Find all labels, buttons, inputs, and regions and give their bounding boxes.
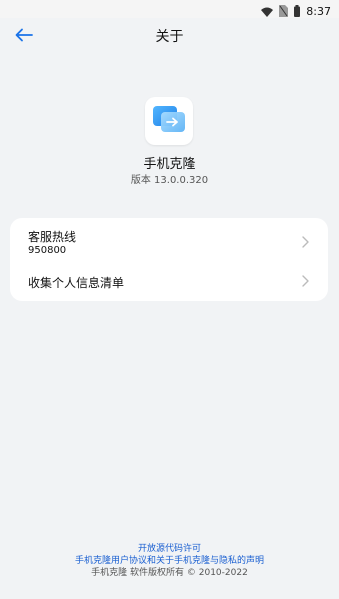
app-version: 版本 13.0.0.320 <box>130 175 209 186</box>
status-bar: 8:37 <box>0 0 339 18</box>
hotline-number: 950800 <box>28 245 67 256</box>
app-bar: 关于 <box>0 18 339 54</box>
app-name: 手机克隆 <box>143 157 196 172</box>
copyright-text: 手机克隆 软件版权所有 © 2010-2022 <box>91 568 248 578</box>
open-source-license-link[interactable]: 开放源代码许可 <box>0 543 339 555</box>
page-title: 关于 <box>155 29 184 45</box>
phone-clone-app-icon <box>152 104 186 138</box>
list-item-hotline[interactable]: 客服热线 950800 <box>10 218 328 264</box>
footer: 开放源代码许可 手机克隆用户协议和关于手机克隆与隐私的声明 手机克隆 软件版权所… <box>0 543 339 579</box>
info-card: 客服热线 950800 收集个人信息清单 <box>10 218 328 301</box>
list-item-title: 客服热线 <box>28 230 77 244</box>
list-item-title: 收集个人信息清单 <box>28 276 125 290</box>
app-logo <box>145 97 193 145</box>
list-item-personal-info[interactable]: 收集个人信息清单 <box>10 264 328 301</box>
chevron-right-icon <box>300 234 310 248</box>
status-time: 8:37 <box>306 5 331 18</box>
agreement-privacy-link[interactable]: 手机克隆用户协议和关于手机克隆与隐私的声明 <box>0 555 339 567</box>
chevron-right-icon <box>300 273 310 287</box>
